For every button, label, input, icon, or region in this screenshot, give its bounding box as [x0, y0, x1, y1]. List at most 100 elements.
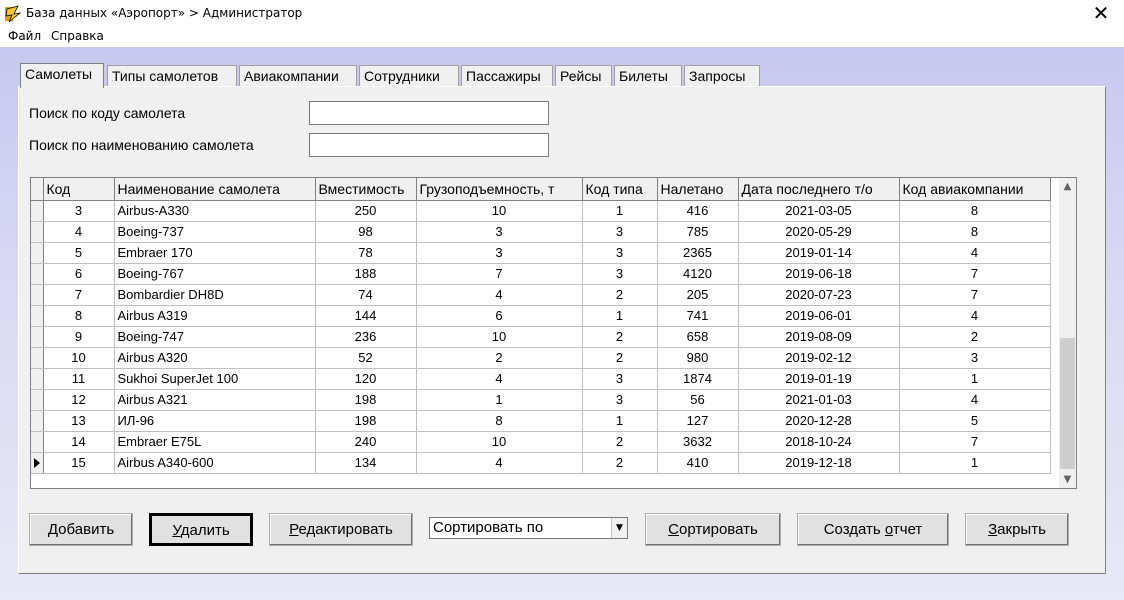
column-header[interactable]: Наименование самолета [114, 178, 316, 201]
table-cell[interactable]: Boeing-767 [114, 263, 316, 285]
grid-vertical-scrollbar[interactable]: ▲ ▼ [1059, 178, 1076, 488]
table-cell[interactable]: 56 [657, 389, 739, 411]
table-row[interactable]: 5 Embraer 170 78 3 3 2365 2019-01-14 4 [31, 242, 1051, 264]
row-indicator[interactable] [31, 431, 44, 453]
table-cell[interactable]: 2019-06-01 [738, 305, 900, 327]
table-cell[interactable]: 2 [582, 452, 658, 474]
table-cell[interactable]: 3632 [657, 431, 739, 453]
table-cell[interactable]: 127 [657, 410, 739, 432]
table-row[interactable]: 10 Airbus A320 52 2 2 980 2019-02-12 3 [31, 347, 1051, 369]
table-cell[interactable]: 10 [416, 326, 583, 348]
table-cell[interactable]: 144 [315, 305, 417, 327]
table-cell[interactable]: Airbus A340-600 [114, 452, 316, 474]
chevron-down-icon[interactable]: ▼ [611, 518, 627, 538]
table-cell[interactable]: 785 [657, 221, 739, 243]
table-cell[interactable]: 10 [416, 200, 583, 222]
table-cell[interactable]: 2019-02-12 [738, 347, 900, 369]
table-row[interactable]: 8 Airbus A319 144 6 1 741 2019-06-01 4 [31, 305, 1051, 327]
table-cell[interactable]: 2019-12-18 [738, 452, 900, 474]
table-cell[interactable]: 6 [416, 305, 583, 327]
search-name-input[interactable] [309, 133, 549, 157]
table-cell[interactable]: 410 [657, 452, 739, 474]
row-indicator[interactable] [31, 347, 44, 369]
table-cell[interactable]: 52 [315, 347, 417, 369]
column-header[interactable]: Дата последнего т/о [738, 178, 900, 201]
table-cell[interactable]: 1 [416, 389, 583, 411]
table-cell[interactable]: 14 [43, 431, 115, 453]
table-row[interactable]: 9 Boeing-747 236 10 2 658 2019-08-09 2 [31, 326, 1051, 348]
table-cell[interactable]: 240 [315, 431, 417, 453]
table-cell[interactable]: 8 [899, 221, 1051, 243]
scroll-up-icon[interactable]: ▲ [1059, 178, 1076, 195]
table-cell[interactable]: 10 [416, 431, 583, 453]
edit-button[interactable]: Редактировать [269, 513, 413, 546]
table-cell[interactable]: 3 [582, 263, 658, 285]
tab-tickets[interactable]: Билеты [614, 65, 682, 87]
table-cell[interactable]: 10 [43, 347, 115, 369]
table-cell[interactable]: 2 [582, 347, 658, 369]
scroll-down-icon[interactable]: ▼ [1059, 471, 1076, 488]
column-header[interactable]: Код [43, 178, 115, 201]
table-cell[interactable]: 3 [416, 242, 583, 264]
search-code-input[interactable] [309, 101, 549, 125]
table-cell[interactable]: 3 [416, 221, 583, 243]
table-cell[interactable]: 416 [657, 200, 739, 222]
table-cell[interactable]: 205 [657, 284, 739, 306]
table-cell[interactable]: 2 [582, 431, 658, 453]
table-cell[interactable]: 8 [899, 200, 1051, 222]
table-cell[interactable]: 198 [315, 410, 417, 432]
table-cell[interactable]: 2020-12-28 [738, 410, 900, 432]
tab-aircraft-types[interactable]: Типы самолетов [107, 65, 237, 87]
row-indicator[interactable] [31, 200, 44, 222]
table-cell[interactable]: 5 [899, 410, 1051, 432]
table-cell[interactable]: 13 [43, 410, 115, 432]
table-cell[interactable]: 3 [582, 221, 658, 243]
row-indicator[interactable] [31, 326, 44, 348]
table-cell[interactable]: 4 [416, 452, 583, 474]
table-cell[interactable]: 188 [315, 263, 417, 285]
row-indicator[interactable] [31, 368, 44, 390]
table-cell[interactable]: 1 [582, 200, 658, 222]
table-row[interactable]: 7 Bombardier DH8D 74 4 2 205 2020-07-23 7 [31, 284, 1051, 306]
table-cell[interactable]: Embraer 170 [114, 242, 316, 264]
table-cell[interactable]: 980 [657, 347, 739, 369]
table-cell[interactable]: 11 [43, 368, 115, 390]
table-cell[interactable]: 3 [43, 200, 115, 222]
table-cell[interactable]: 4 [899, 389, 1051, 411]
table-cell[interactable]: 7 [43, 284, 115, 306]
table-cell[interactable]: 2018-10-24 [738, 431, 900, 453]
table-row[interactable]: 12 Airbus A321 198 1 3 56 2021-01-03 4 [31, 389, 1051, 411]
row-indicator[interactable] [31, 452, 44, 474]
table-cell[interactable]: 2 [899, 326, 1051, 348]
table-cell[interactable]: 12 [43, 389, 115, 411]
table-cell[interactable]: Airbus-A330 [114, 200, 316, 222]
table-cell[interactable]: 4 [899, 242, 1051, 264]
table-cell[interactable]: Embraer E75L [114, 431, 316, 453]
table-cell[interactable]: Boeing-747 [114, 326, 316, 348]
table-cell[interactable]: 3 [899, 347, 1051, 369]
table-cell[interactable]: Airbus A319 [114, 305, 316, 327]
sort-button[interactable]: Сортировать [645, 513, 781, 546]
table-cell[interactable]: Airbus A320 [114, 347, 316, 369]
close-window-icon[interactable]: ✕ [1082, 0, 1120, 28]
table-cell[interactable]: 7 [899, 263, 1051, 285]
table-cell[interactable]: 250 [315, 200, 417, 222]
table-row[interactable]: 13 ИЛ-96 198 8 1 127 2020-12-28 5 [31, 410, 1051, 432]
table-cell[interactable]: 2 [582, 326, 658, 348]
row-indicator[interactable] [31, 284, 44, 306]
table-cell[interactable]: 2021-03-05 [738, 200, 900, 222]
table-cell[interactable]: 2021-01-03 [738, 389, 900, 411]
table-cell[interactable]: 198 [315, 389, 417, 411]
row-indicator[interactable] [31, 389, 44, 411]
table-row[interactable]: 6 Boeing-767 188 7 3 4120 2019-06-18 7 [31, 263, 1051, 285]
tab-employees[interactable]: Сотрудники [359, 65, 459, 87]
row-indicator[interactable] [31, 410, 44, 432]
row-indicator[interactable] [31, 263, 44, 285]
delete-button[interactable]: Удалить [149, 513, 253, 546]
tab-queries[interactable]: Запросы [684, 65, 760, 87]
table-cell[interactable]: 1874 [657, 368, 739, 390]
table-cell[interactable]: Airbus A321 [114, 389, 316, 411]
table-cell[interactable]: 6 [43, 263, 115, 285]
table-cell[interactable]: 658 [657, 326, 739, 348]
table-cell[interactable]: 2 [416, 347, 583, 369]
